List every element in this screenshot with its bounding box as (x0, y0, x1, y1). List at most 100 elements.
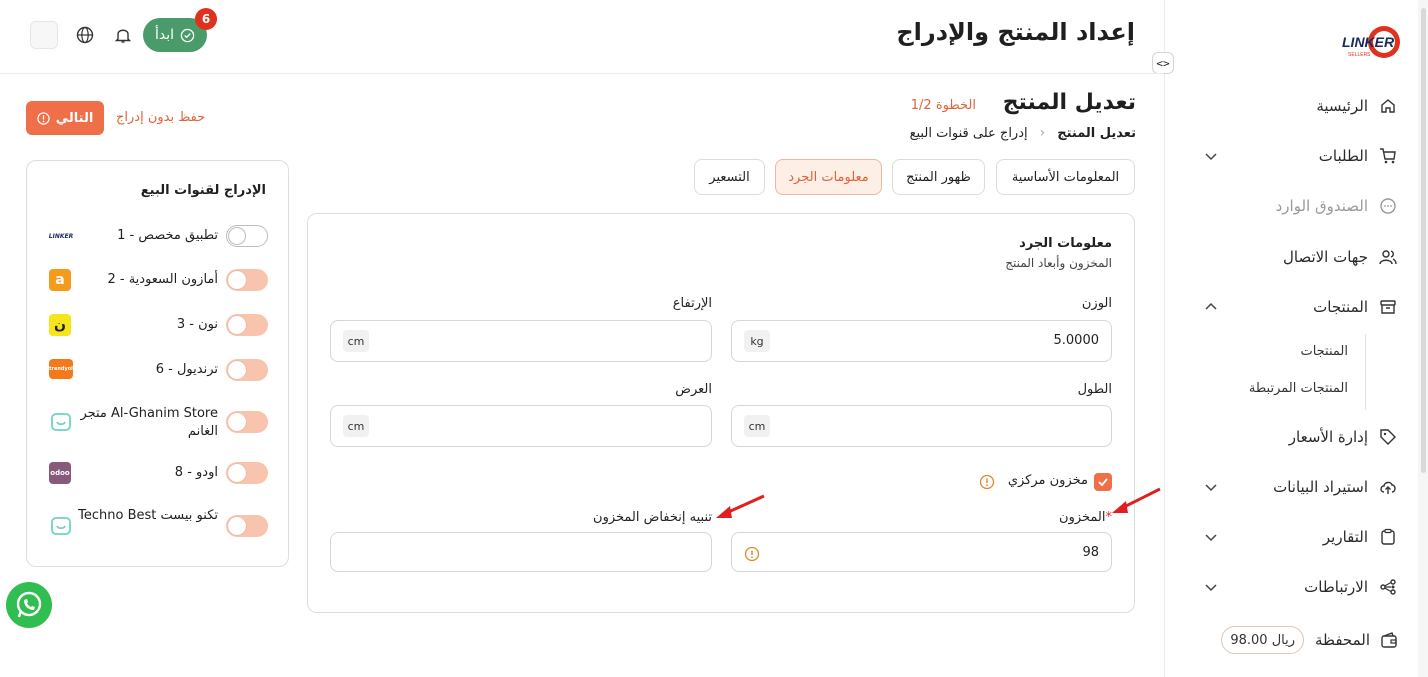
top-header: إعداد المنتج والإدراج ابدأ 6 (0, 0, 1163, 74)
sidebar-subitem-linked-products[interactable]: المنتجات المرتبطة (1249, 381, 1348, 396)
breadcrumb-next[interactable]: إدراج على قنوات البيع (910, 126, 1028, 141)
channel-toggle[interactable] (226, 359, 268, 381)
sidebar-item-orders[interactable]: الطلبات (1202, 141, 1398, 171)
stock-value: 98 (1082, 545, 1099, 560)
height-input[interactable]: cm (330, 320, 712, 362)
sales-channels-title: الإدراج لقنوات البيع (140, 183, 266, 198)
weight-input[interactable]: kg 5.0000 (731, 320, 1112, 362)
store-bag-icon (49, 515, 73, 537)
sales-channels-card: الإدراج لقنوات البيع تطبيق مخصص - 1 LINK… (26, 160, 289, 567)
sidebar-item-label: الارتباطات (1304, 578, 1368, 596)
chevron-down-icon[interactable] (1202, 578, 1220, 596)
wallet-balance-badge: 98.00 ريال (1221, 626, 1304, 654)
save-without-listing-link[interactable]: حفظ بدون إدراج (116, 110, 205, 125)
channel-toggle[interactable] (226, 515, 268, 537)
length-input[interactable]: cm (731, 405, 1112, 447)
tab-inventory[interactable]: معلومات الجرد (775, 159, 882, 195)
sidebar-item-wallet[interactable]: المحفظة (1314, 625, 1398, 655)
height-label: الإرتفاع (672, 296, 712, 311)
sidebar-item-label: المحفظة (1314, 631, 1370, 649)
channel-toggle[interactable] (226, 225, 268, 247)
stock-input[interactable]: 98 (731, 532, 1112, 572)
linker-logo-icon: LINKER (48, 232, 74, 240)
channel-label: أمازون السعودية - 2 (107, 272, 218, 287)
sidebar-item-label: إدارة الأسعار (1288, 428, 1368, 446)
weight-unit: kg (744, 330, 770, 352)
upload-cloud-icon (1378, 477, 1398, 497)
store-bag-icon (49, 411, 73, 433)
sidebar-item-integrations[interactable]: الارتباطات (1202, 572, 1398, 602)
low-stock-label: تنبيه إنخفاض المخزون (593, 510, 712, 525)
sidebar-item-data-import[interactable]: استيراد البيانات (1202, 472, 1398, 502)
tab-basic-info[interactable]: المعلومات الأساسية (996, 159, 1135, 195)
logo-subtext: SELLERS (1348, 52, 1371, 58)
inventory-title: معلومات الجرد (1019, 236, 1112, 251)
cart-icon (1378, 146, 1398, 166)
whatsapp-chat-button[interactable] (6, 582, 52, 628)
submenu-divider (1365, 334, 1366, 410)
sidebar-scrollbar[interactable] (1418, 0, 1428, 677)
check-circle-icon (180, 28, 195, 42)
stock-label-text: المخزون (1059, 510, 1106, 525)
toggle-knob (228, 361, 246, 379)
tab-pricing[interactable]: التسعير (694, 159, 765, 195)
notification-count-badge: 6 (195, 8, 217, 30)
info-circle-icon[interactable] (979, 474, 995, 490)
sidebar-item-label: التقارير (1322, 528, 1368, 546)
odoo-logo-icon: odoo (49, 462, 71, 484)
bell-icon[interactable] (112, 24, 134, 46)
sidebar-item-label: الطلبات (1318, 147, 1368, 165)
sidebar-subitem-products[interactable]: المنتجات (1300, 344, 1348, 359)
width-input[interactable]: cm (330, 405, 712, 447)
channel-label: تكنو بيست Techno Best (78, 508, 218, 523)
channel-toggle[interactable] (226, 269, 268, 291)
toggle-knob (228, 464, 246, 482)
channel-toggle[interactable] (226, 411, 268, 433)
channel-label: اودو - 8 (174, 465, 218, 480)
box-icon (1378, 297, 1398, 317)
sidebar-item-pricing[interactable]: إدارة الأسعار (1202, 422, 1398, 452)
breadcrumb: تعديل المنتج ‹ إدراج على قنوات البيع (910, 125, 1136, 141)
channel-label: Al-Ghanim Store متجر الغانم (80, 406, 218, 439)
scrollbar-thumb[interactable] (1421, 8, 1426, 473)
width-unit: cm (343, 415, 369, 437)
low-stock-input[interactable] (330, 532, 712, 572)
annotation-arrow-icon (1112, 487, 1161, 513)
central-stock-label: مخزون مركزي (1007, 473, 1088, 488)
linker-logo[interactable]: LINKER SELLERS (1340, 18, 1406, 66)
page-title: إعداد المنتج والإدراج (896, 18, 1135, 46)
channel-toggle[interactable] (226, 462, 268, 484)
sidebar-item-reports[interactable]: التقارير (1202, 522, 1398, 552)
sidebar-item-label: المنتجات (1313, 298, 1368, 316)
inventory-card: معلومات الجرد المخزون وأبعاد المنتج الوز… (307, 213, 1135, 613)
logo-text: LINKER (1342, 34, 1395, 50)
sidebar-item-contacts[interactable]: جهات الاتصال (1202, 242, 1398, 272)
chevron-down-icon[interactable] (1202, 478, 1220, 496)
sidebar-item-products[interactable]: المنتجات (1202, 292, 1398, 322)
toggle-knob (228, 413, 246, 431)
toggle-knob (228, 271, 246, 289)
step-indicator: الخطوة 1/2 (910, 98, 976, 113)
annotation-arrow-icon (716, 494, 765, 518)
chevron-up-icon[interactable] (1202, 298, 1220, 316)
sidebar-item-label: جهات الاتصال (1282, 248, 1368, 266)
length-label: الطول (1077, 382, 1112, 397)
breadcrumb-current[interactable]: تعديل المنتج (1057, 126, 1136, 141)
sidebar-item-home[interactable]: الرئيسية (1202, 91, 1398, 121)
amazon-logo-icon: a (49, 269, 71, 291)
toggle-knob (228, 517, 246, 535)
noon-logo-icon: ن (49, 314, 71, 336)
info-circle-icon (37, 111, 50, 125)
sidebar-item-inbox[interactable]: الصندوق الوارد (1202, 191, 1398, 221)
tab-product-visibility[interactable]: ظهور المنتج (892, 159, 985, 195)
stock-label: *المخزون (1059, 510, 1112, 525)
chevron-down-icon[interactable] (1202, 147, 1220, 165)
chat-icon (1378, 196, 1398, 216)
sidebar-item-label: الصندوق الوارد (1275, 197, 1368, 215)
next-button[interactable]: التالي (26, 101, 104, 135)
weight-label: الوزن (1081, 296, 1112, 311)
store-avatar[interactable] (30, 21, 58, 49)
chevron-down-icon[interactable] (1202, 528, 1220, 546)
channel-toggle[interactable] (226, 314, 268, 336)
globe-icon[interactable] (74, 24, 96, 46)
